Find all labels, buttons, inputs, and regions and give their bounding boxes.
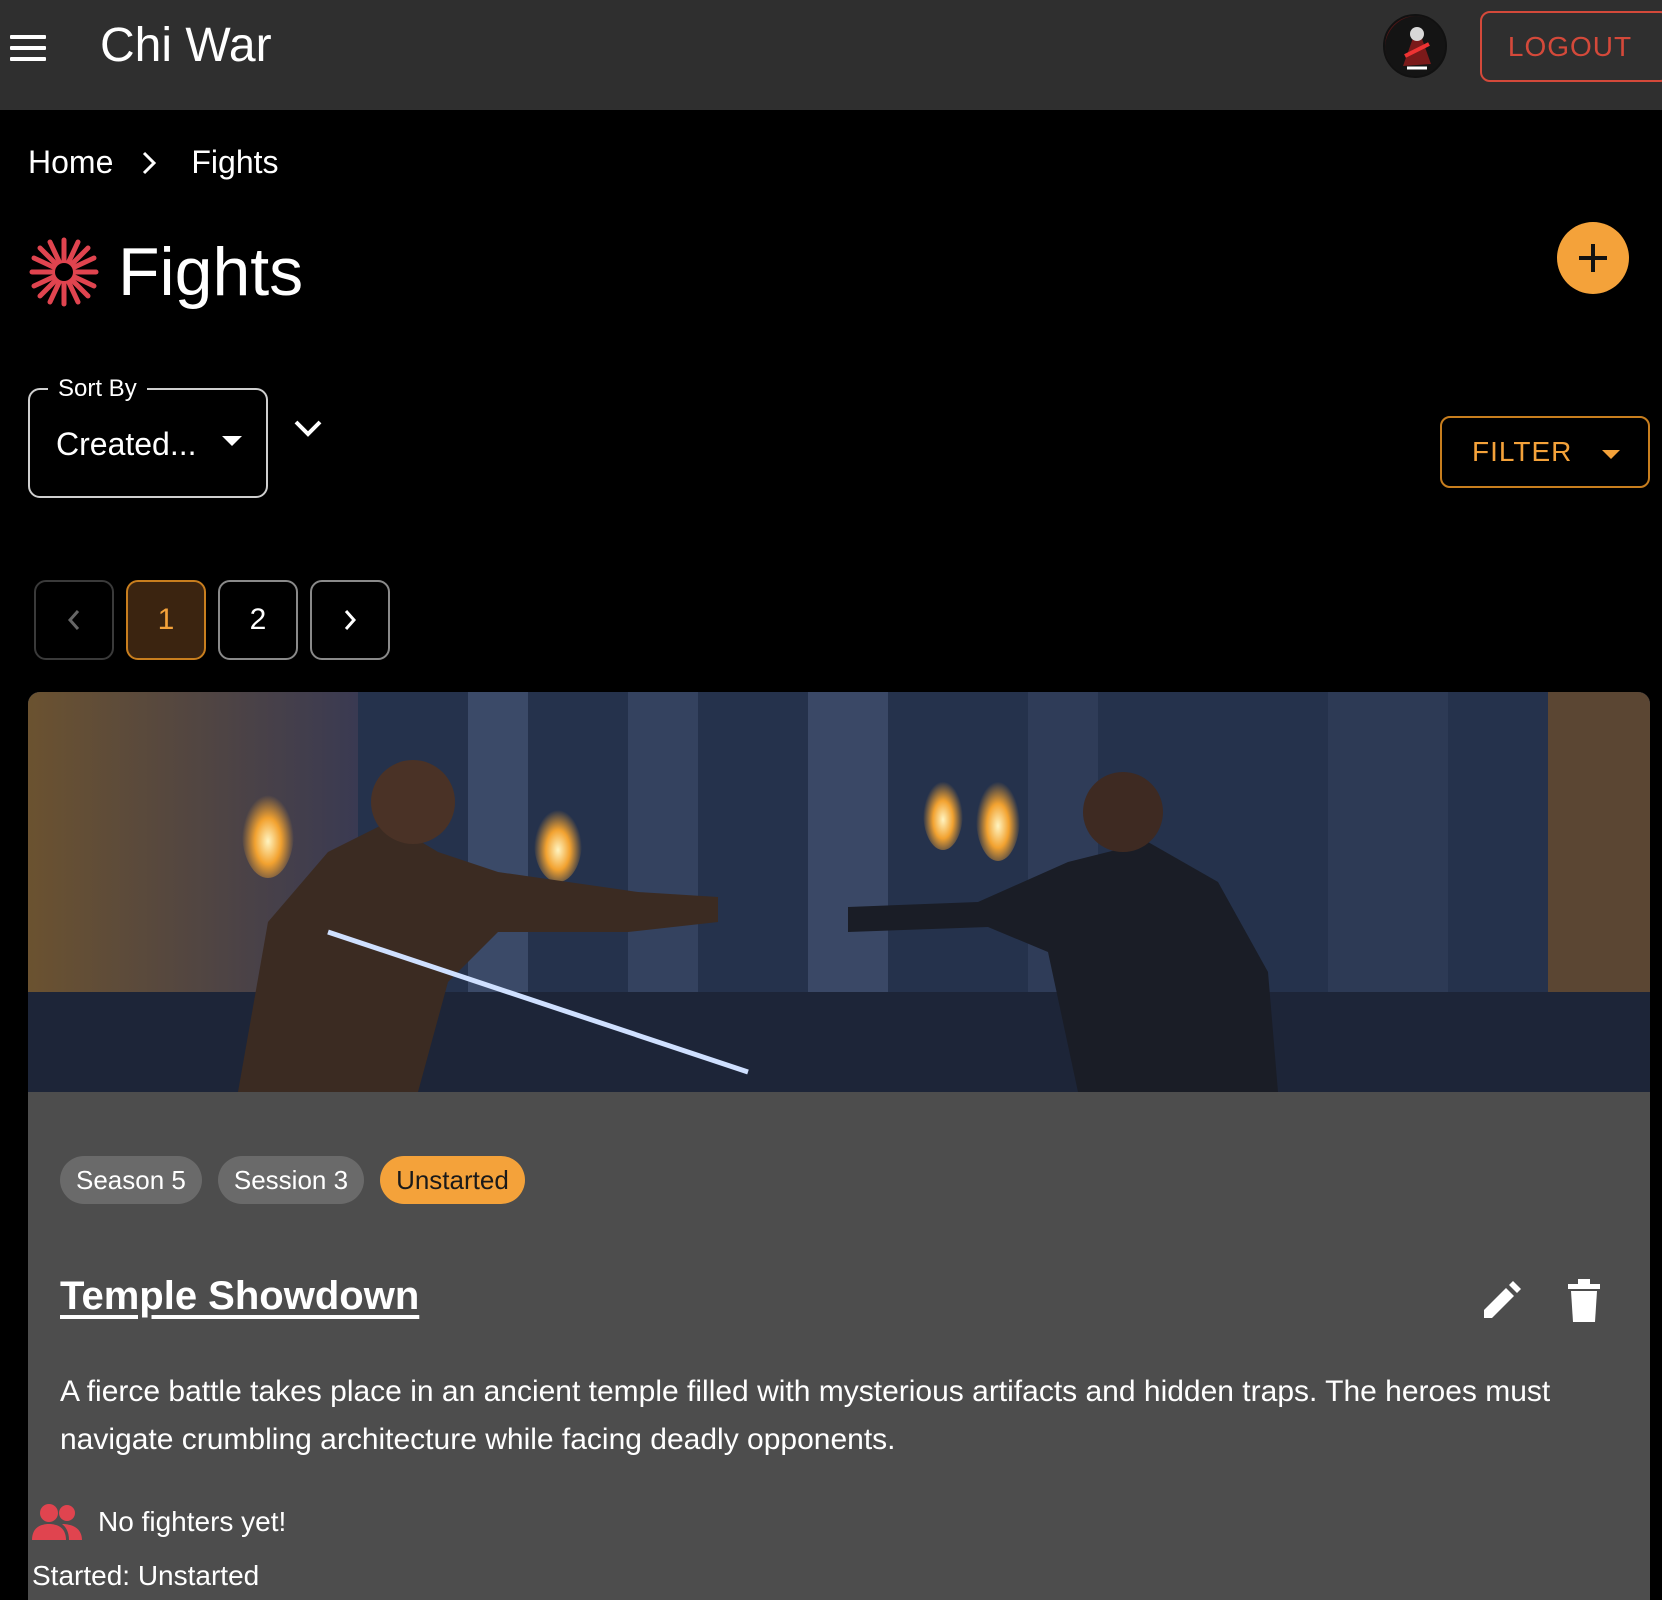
- hamburger-menu-icon[interactable]: [6, 28, 50, 68]
- page-title: Fights: [118, 234, 304, 310]
- chevron-down-icon[interactable]: [290, 414, 326, 442]
- filter-label: FILTER: [1472, 436, 1573, 467]
- page-2-button[interactable]: 2: [218, 580, 298, 660]
- add-fight-button[interactable]: [1557, 222, 1629, 294]
- trash-icon[interactable]: [1564, 1278, 1604, 1324]
- fighters-status-text: No fighters yet!: [98, 1506, 287, 1537]
- avatar[interactable]: [1383, 14, 1447, 78]
- app-bar: Chi War LOGOUT: [0, 0, 1662, 110]
- people-icon: [32, 1502, 82, 1542]
- session-badge[interactable]: Session 3: [217, 1156, 365, 1204]
- started-status-text: Started: Unstarted: [32, 1560, 260, 1591]
- chevron-left-icon: [67, 610, 80, 630]
- fight-description: A fierce battle takes place in an ancien…: [60, 1375, 1551, 1456]
- logout-button[interactable]: LOGOUT: [1480, 11, 1662, 82]
- previous-page-button[interactable]: [34, 580, 114, 660]
- sort-by-select[interactable]: Sort By Created...: [28, 374, 268, 498]
- sort-by-value: Created...: [56, 426, 197, 462]
- plus-icon: [1579, 244, 1607, 272]
- next-page-button[interactable]: [310, 580, 390, 660]
- page-1-button[interactable]: 1: [126, 580, 206, 660]
- breadcrumb-current: Fights: [191, 144, 279, 180]
- pencil-icon[interactable]: [1478, 1280, 1522, 1324]
- breadcrumb-home-link[interactable]: Home: [28, 144, 113, 181]
- fighters-row: No fighters yet!: [32, 1502, 286, 1542]
- fight-badges: Season 5 Session 3 Unstarted: [60, 1156, 525, 1204]
- fight-image[interactable]: [28, 692, 1650, 1092]
- fight-card: Season 5 Session 3 Unstarted Temple Show…: [28, 692, 1650, 1600]
- chevron-right-icon: [344, 610, 357, 630]
- chevron-right-icon: [141, 148, 161, 178]
- breadcrumb: Home Fights: [28, 144, 279, 181]
- caret-down-icon: [222, 436, 242, 446]
- caret-down-icon: [1602, 450, 1620, 459]
- burst-icon: [28, 236, 100, 308]
- app-title[interactable]: Chi War: [100, 18, 272, 74]
- status-badge: Unstarted: [380, 1156, 525, 1204]
- page-header: Fights: [28, 232, 303, 312]
- filter-button[interactable]: FILTER: [1440, 416, 1650, 488]
- pagination: 1 2: [34, 580, 390, 660]
- sort-by-label: Sort By: [48, 374, 147, 404]
- fight-title-link[interactable]: Temple Showdown: [60, 1274, 419, 1319]
- season-badge[interactable]: Season 5: [60, 1156, 202, 1204]
